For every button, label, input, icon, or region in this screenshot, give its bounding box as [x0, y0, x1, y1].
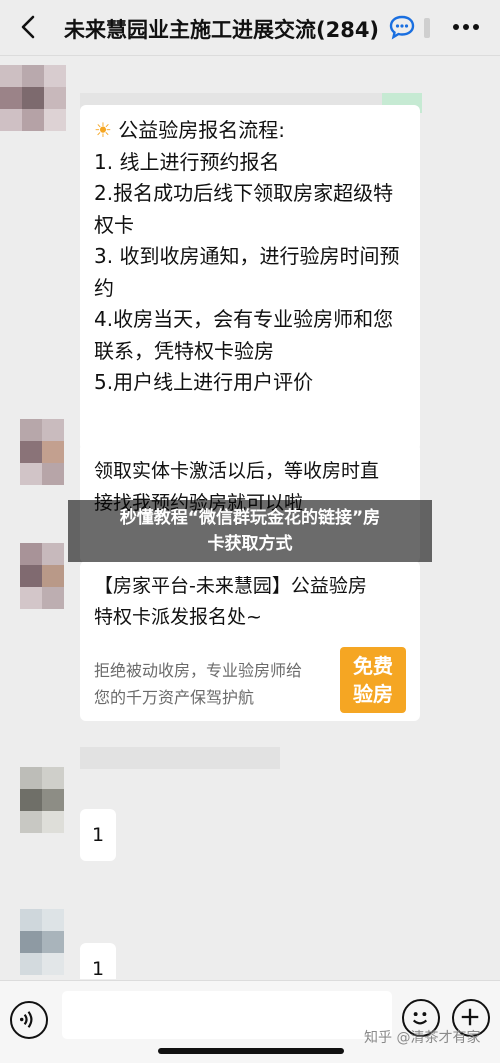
message-text-line: 领取实体卡激活以后，等收房时直 [94, 460, 380, 482]
link-card-title: 特权卡派发报名处~ [94, 606, 262, 628]
message-text-line: 2.报名成功后线下领取房家超级特 [94, 181, 394, 205]
short-message-bubble[interactable]: 1 [80, 809, 116, 861]
link-card-thumbnail: 免费 验房 [340, 647, 406, 713]
chat-title: 未来慧园业主施工进展交流(284) [64, 18, 380, 42]
sun-emoji-icon: ☀ [94, 118, 112, 142]
avatar[interactable] [0, 65, 66, 131]
message-text-line: 约 [94, 275, 114, 300]
message-text-line: 权卡 [94, 212, 134, 237]
avatar[interactable] [20, 909, 64, 975]
process-message-bubble[interactable]: ☀ 公益验房报名流程: 1. 线上进行预约报名 2.报名成功后线下领取房家超级特… [80, 105, 420, 451]
message-text-line: 3. 收到收房通知，进行验房时间预 [94, 244, 400, 268]
link-card-title: 【房家平台-未来慧园】公益验房 [94, 575, 367, 597]
chat-header: 未来慧园业主施工进展交流(284) [0, 0, 500, 56]
message-text-line: 5.用户线上进行用户评价 [94, 370, 314, 394]
more-dots-icon[interactable] [446, 14, 486, 40]
chevron-left-icon[interactable] [14, 12, 44, 42]
avatar[interactable] [20, 543, 64, 609]
caption-line: 卡获取方式 [207, 534, 293, 554]
caption-overlay: 秒懂教程“微信群玩金花的链接”房 卡获取方式 [68, 500, 432, 562]
voice-icon[interactable] [10, 1001, 48, 1039]
message-input[interactable] [62, 991, 392, 1039]
message-text-line: ☀ 公益验房报名流程: [94, 118, 286, 142]
message-text-line: 1. 线上进行预约报名 [94, 149, 280, 174]
watermark: 知乎 @清茶才有家 [364, 1030, 481, 1046]
badge-text: 验房 [353, 682, 393, 706]
link-card-bubble[interactable]: 【房家平台-未来慧园】公益验房 特权卡派发报名处~ 拒绝被动收房，专业验房师给 … [80, 561, 420, 721]
message-text-line: 联系，凭特权卡验房 [94, 338, 274, 363]
badge-text: 免费 [353, 654, 393, 678]
message-text-line: 4.收房当天，会有专业验房师和您 [94, 307, 394, 331]
short-message-bubble[interactable]: 1 [80, 943, 116, 979]
caption-line: 秒懂教程“微信群玩金花的链接”房 [119, 508, 381, 528]
group-chat-icon[interactable] [388, 13, 416, 41]
status-indicator [424, 18, 430, 38]
blurred-message [80, 747, 280, 769]
link-card-description: 拒绝被动收房，专业验房师给 您的千万资产保驾护航 [94, 661, 303, 707]
home-indicator[interactable] [158, 1048, 344, 1054]
avatar[interactable] [20, 767, 64, 833]
avatar[interactable] [20, 419, 64, 485]
